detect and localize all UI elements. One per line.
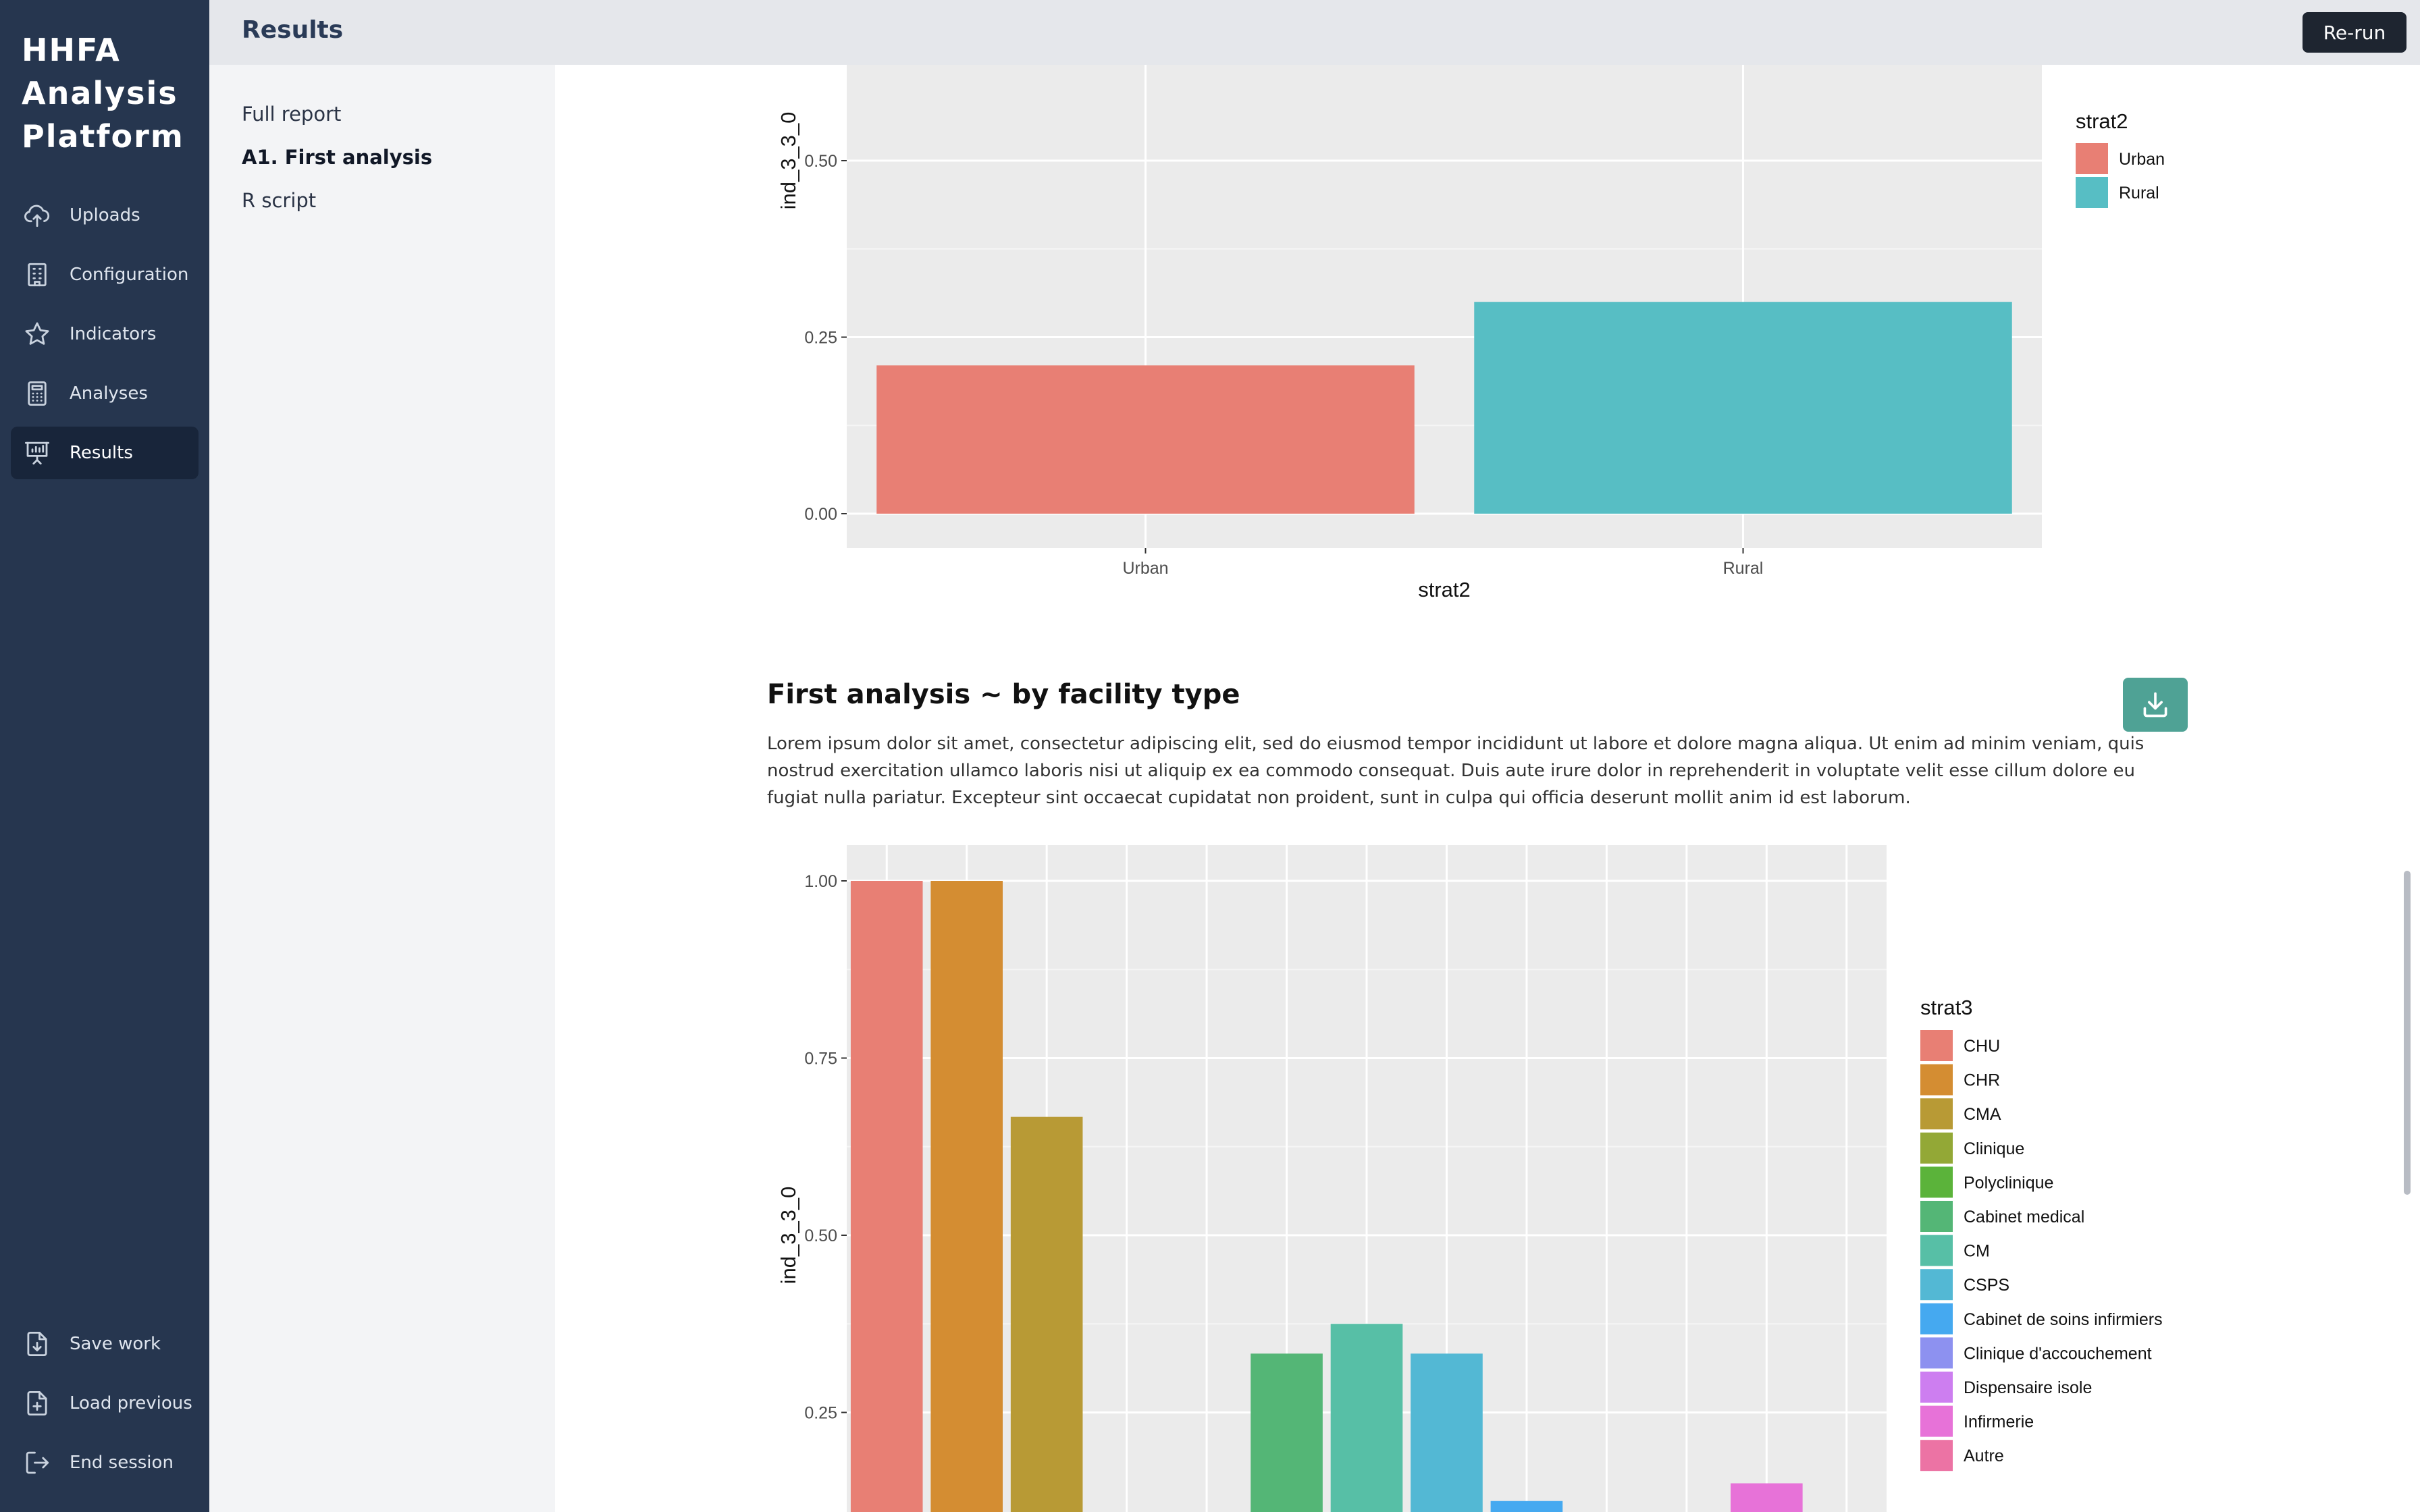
end-session-button[interactable]: End session <box>11 1436 199 1489</box>
brand-line: HHFA <box>22 32 121 68</box>
building-icon <box>28 263 47 287</box>
sidebar-item-uploads[interactable]: Uploads <box>11 189 199 242</box>
top-bar: Results Re-run <box>209 0 2420 65</box>
brand-line: Platform <box>22 118 184 155</box>
upload-cloud-icon <box>24 205 50 227</box>
section-description: Lorem ipsum dolor sit amet, consectetur … <box>767 734 2145 808</box>
brand-line: Analysis <box>22 75 178 111</box>
download-icon <box>2143 692 2167 718</box>
report-nav: Full report A1. First analysis R script <box>209 65 555 1512</box>
sidebar: HHFA Analysis Platform Uploads Configura… <box>0 0 209 1512</box>
rerun-button[interactable]: Re-run <box>2303 12 2406 53</box>
scrollbar-thumb[interactable] <box>2404 871 2411 1195</box>
load-previous-button[interactable]: Load previous <box>11 1377 199 1430</box>
file-plus-icon <box>27 1390 47 1416</box>
file-download-icon <box>27 1331 47 1357</box>
save-work-button[interactable]: Save work <box>11 1318 199 1370</box>
section-title: First analysis ~ by facility type <box>767 679 1240 710</box>
calculator-icon <box>28 381 47 406</box>
sidebar-item-results[interactable]: Results <box>11 427 199 479</box>
save-work-label: Save work <box>70 1334 161 1354</box>
logout-icon <box>26 1451 49 1474</box>
sidebar-item-label: Configuration <box>70 265 189 285</box>
presentation-chart-icon <box>24 441 50 465</box>
report-nav-first-analysis[interactable]: A1. First analysis <box>242 146 432 169</box>
report-nav-r-script[interactable]: R script <box>242 189 316 212</box>
star-icon <box>25 322 49 345</box>
sidebar-item-indicators[interactable]: Indicators <box>11 308 199 360</box>
sidebar-item-analyses[interactable]: Analyses <box>11 367 199 420</box>
sidebar-item-label: Uploads <box>70 205 140 225</box>
sidebar-item-label: Analyses <box>70 383 148 404</box>
end-session-label: End session <box>70 1453 174 1473</box>
sidebar-item-configuration[interactable]: Configuration <box>11 248 199 301</box>
load-previous-label: Load previous <box>70 1393 192 1413</box>
app-brand: HHFA Analysis Platform <box>22 28 197 158</box>
page-title: Results <box>242 16 344 44</box>
sidebar-item-label: Results <box>70 443 133 463</box>
download-button[interactable] <box>2123 678 2188 732</box>
report-nav-full-report[interactable]: Full report <box>242 103 341 126</box>
sidebar-item-label: Indicators <box>70 324 157 344</box>
